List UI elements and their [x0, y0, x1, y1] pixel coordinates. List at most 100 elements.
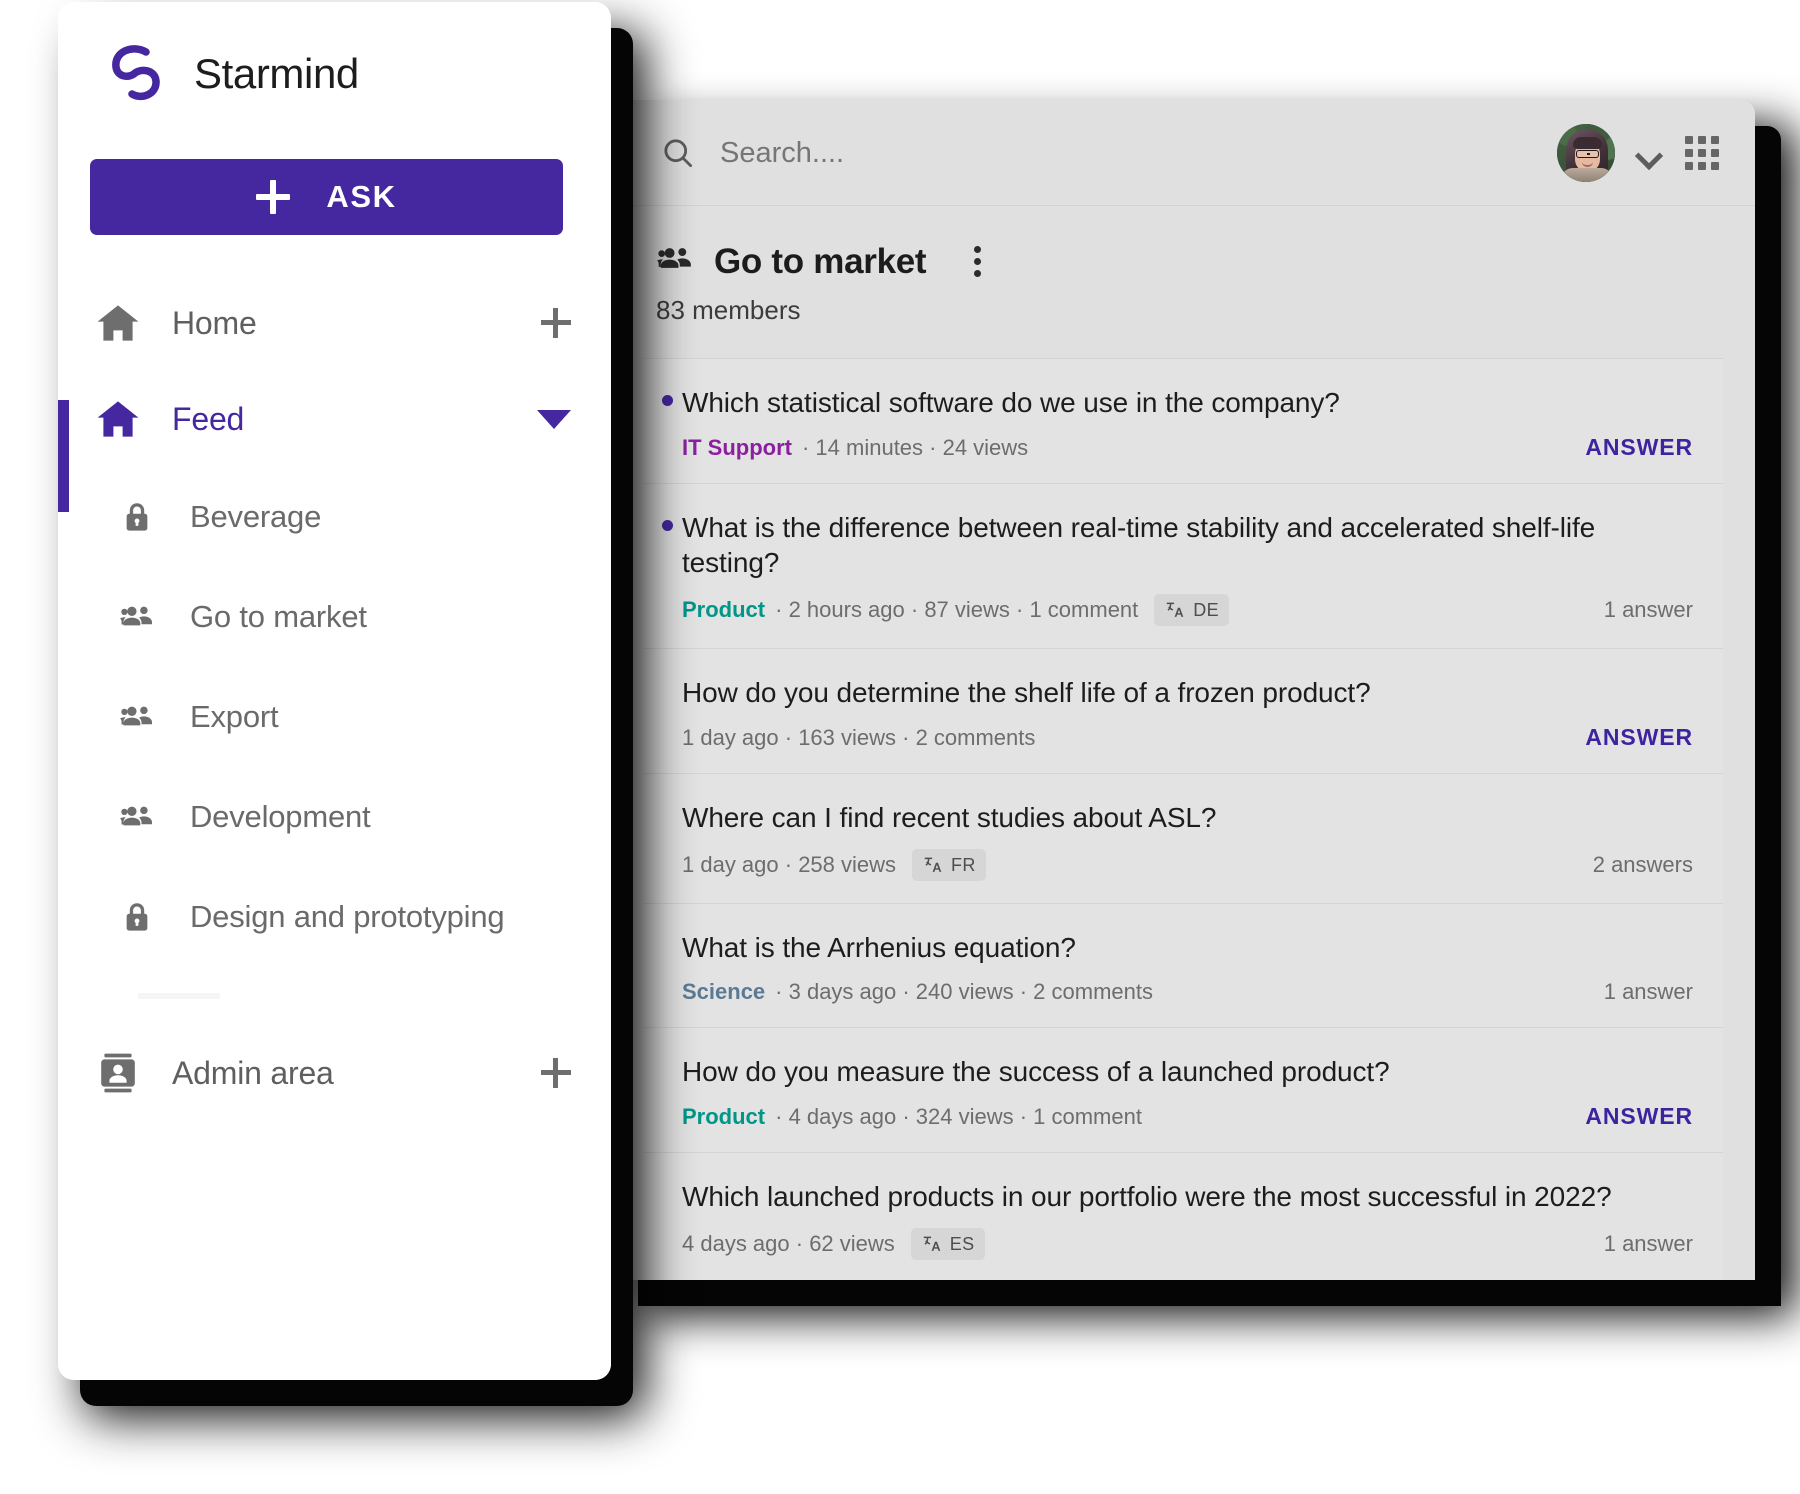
meta-text: · 4 days ago · 324 views · 1 comment [775, 1103, 1142, 1129]
language-code: ES [949, 1233, 975, 1254]
lock-icon [114, 499, 160, 535]
language-badge[interactable]: ES [910, 1228, 985, 1260]
sidebar-item-label: Feed [172, 400, 245, 437]
question-title[interactable]: How do you determine the shelf life of a… [682, 675, 1693, 710]
answer-count: 2 answers [1592, 852, 1693, 877]
grid-cell [1711, 149, 1719, 157]
community-header: Go to market 83 members [612, 206, 1755, 350]
collapse-feed-button[interactable] [537, 409, 571, 429]
sidebar-item-export[interactable]: Export [58, 667, 611, 767]
meta-left: 4 days ago · 62 views ES [682, 1228, 1604, 1260]
unread-dot-icon [662, 395, 673, 406]
add-admin-button[interactable] [541, 1058, 571, 1088]
language-badge[interactable]: FR [912, 849, 986, 881]
question-meta: Product · 4 days ago · 324 views · 1 com… [682, 1103, 1693, 1130]
ask-button-label: ASK [326, 179, 397, 214]
search-input[interactable] [720, 136, 1240, 170]
caret-down-icon [537, 409, 571, 429]
ask-button[interactable]: ASK [90, 159, 563, 235]
grid-cell [1685, 136, 1693, 144]
topic-tag[interactable]: IT Support [682, 435, 792, 461]
feed-item[interactable]: How do you determine the shelf life of a… [644, 649, 1723, 774]
answer-count: 1 answer [1603, 979, 1693, 1004]
question-title[interactable]: Which launched products in our portfolio… [682, 1179, 1693, 1214]
sidebar-item-beverage[interactable]: Beverage [58, 467, 611, 567]
main-app-panel: Go to market 83 members Which statistica… [612, 100, 1755, 1280]
chevron-down-icon[interactable] [1637, 146, 1663, 161]
plus-icon [541, 1058, 571, 1088]
question-meta: 4 days ago · 62 views ES 1 answer [682, 1228, 1693, 1260]
sidebar-item-label: Go to market [190, 599, 367, 634]
grid-cell [1698, 136, 1706, 144]
question-meta: 1 day ago · 163 views · 2 comments ANSWE… [682, 724, 1693, 751]
people-icon [114, 599, 160, 635]
sidebar-item-home[interactable]: Home [58, 275, 611, 371]
meta-left: 1 day ago · 163 views · 2 comments [682, 725, 1585, 751]
translate-icon [1164, 599, 1186, 621]
contact-card-icon [90, 1049, 146, 1097]
answer-button[interactable]: ANSWER [1585, 1103, 1693, 1130]
lock-icon [114, 899, 160, 935]
people-icon [114, 799, 160, 835]
grid-cell [1685, 162, 1693, 170]
brand-name: Starmind [194, 49, 359, 97]
home-icon [90, 299, 146, 347]
kebab-dot [973, 270, 981, 277]
sidebar-inner: Starmind ASK Home Feed Beverage Go to ma… [58, 2, 611, 1380]
avatar-glasses [1576, 150, 1599, 158]
meta-text: · 3 days ago · 240 views · 2 comments [775, 979, 1153, 1004]
topic-tag[interactable]: Science [682, 979, 765, 1005]
feed-item[interactable]: How do you measure the success of a laun… [644, 1028, 1723, 1153]
language-code: FR [951, 854, 976, 875]
topic-tag[interactable]: Product [682, 597, 765, 623]
feed-item[interactable]: What is the Arrhenius equation? Science … [644, 904, 1723, 1028]
meta-text: 1 day ago · 163 views · 2 comments [682, 724, 1036, 750]
question-title[interactable]: Where can I find recent studies about AS… [682, 800, 1693, 835]
search-icon [660, 135, 696, 171]
kebab-menu-icon[interactable] [968, 240, 986, 283]
sidebar-item-label: Design and prototyping [190, 899, 505, 934]
meta-text: 4 days ago · 62 views [682, 1231, 895, 1256]
question-title[interactable]: What is the Arrhenius equation? [682, 930, 1693, 965]
avatar-bangs [1573, 137, 1602, 149]
feed-item[interactable]: Where can I find recent studies about AS… [644, 774, 1723, 904]
sidebar-item-admin-area[interactable]: Admin area [58, 1025, 611, 1121]
meta-text: 1 day ago · 258 views [682, 852, 897, 877]
feed-item[interactable]: Which launched products in our portfolio… [644, 1153, 1723, 1280]
apps-grid-icon[interactable] [1685, 136, 1719, 170]
avatar[interactable] [1557, 124, 1615, 182]
answer-button[interactable]: ANSWER [1585, 724, 1693, 751]
grid-cell [1685, 149, 1693, 157]
header-actions [1557, 100, 1719, 206]
sidebar-item-label: Export [190, 699, 279, 734]
answer-button[interactable]: ANSWER [1585, 434, 1693, 461]
add-home-button[interactable] [541, 308, 571, 338]
question-meta: Science · 3 days ago · 240 views · 2 com… [682, 979, 1693, 1005]
question-title[interactable]: What is the difference between real-time… [682, 510, 1693, 580]
topic-tag[interactable]: Product [682, 1104, 765, 1130]
sidebar-item-go-to-market[interactable]: Go to market [58, 567, 611, 667]
language-code: DE [1193, 599, 1220, 620]
meta-text: · 14 minutes · 24 views [801, 434, 1029, 460]
grid-cell [1711, 162, 1719, 170]
sidebar-item-feed[interactable]: Feed [58, 371, 611, 467]
question-title[interactable]: How do you measure the success of a laun… [682, 1054, 1693, 1089]
kebab-dot [973, 258, 981, 265]
people-icon [114, 699, 160, 735]
sidebar-item-design-and-prototyping[interactable]: Design and prototyping [58, 867, 611, 967]
plus-icon [541, 308, 571, 338]
starmind-logo-icon [106, 40, 166, 107]
page-title: Go to market [714, 241, 927, 281]
grid-cell [1698, 149, 1706, 157]
answer-count: 1 answer [1603, 1231, 1693, 1256]
sidebar-item-label: Admin area [172, 1054, 334, 1091]
question-meta: Product · 2 hours ago · 87 views · 1 com… [682, 594, 1693, 626]
feed-item[interactable]: Which statistical software do we use in … [644, 359, 1723, 484]
member-count: 83 members [656, 295, 801, 325]
language-badge[interactable]: DE [1154, 594, 1230, 626]
search-bar[interactable] [660, 100, 1240, 206]
feed-item[interactable]: What is the difference between real-time… [644, 484, 1723, 649]
community-title-row: Go to market [656, 240, 1755, 283]
sidebar-item-development[interactable]: Development [58, 767, 611, 867]
question-title[interactable]: Which statistical software do we use in … [682, 385, 1693, 420]
